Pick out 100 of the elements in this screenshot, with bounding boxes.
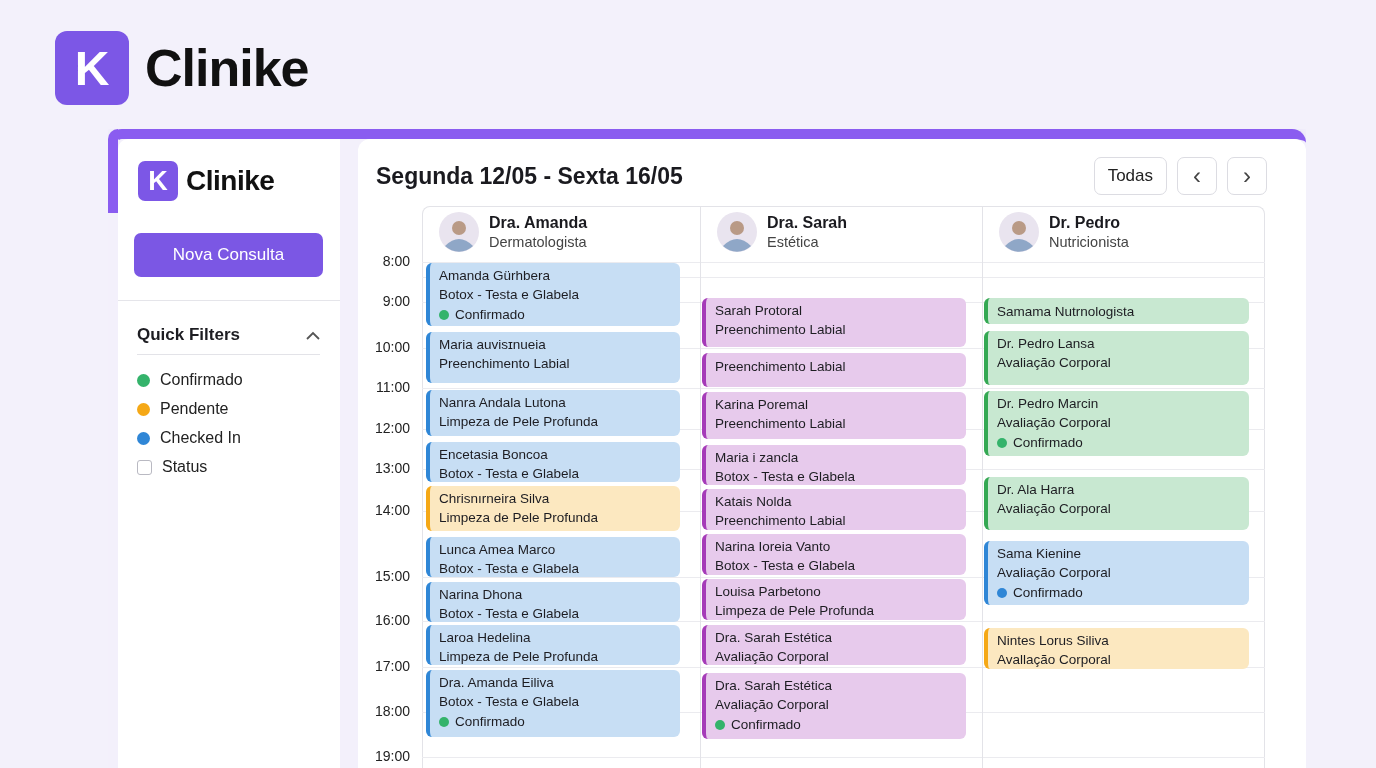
doctor-specialty: Dermatologista [489, 234, 588, 250]
appointment-text: Dr. Pedro Lansa [997, 335, 1096, 353]
brand-name: Clinike [186, 165, 275, 197]
appointment-card[interactable]: Encetasia Boncoa Botox - Testa e Glabela [426, 442, 680, 482]
appointment-text: Laroa Hedelina [439, 629, 532, 647]
appointment-text: Lunca Amea Marco [439, 541, 557, 559]
appointment-text: Preenchimento Labial [439, 354, 571, 373]
avatar-icon [439, 212, 479, 252]
doctor-name: Dr. Pedro [1049, 214, 1122, 232]
time-label: 13:00 [374, 460, 410, 476]
appointment-text: Avaliação Corporal [715, 647, 830, 665]
appointment-text: Botox - Testa e Glabela [715, 467, 857, 485]
appointment-card[interactable]: Dra. Sarah Estética Avaliação Corporal Confirmado [702, 673, 966, 739]
appointment-text: Preenchimento Labial [715, 320, 847, 339]
time-label: 14:00 [374, 502, 410, 518]
doctor-name: Dra. Amanda [489, 214, 588, 232]
appointment-card[interactable]: Narina Ioreia Vanto Botox - Testa e Glabela [702, 534, 966, 575]
appointment-text: Dr. Ala Harra [997, 481, 1076, 499]
doctor-specialty: Estética [767, 234, 820, 250]
status-label: Confirmado [731, 716, 801, 734]
appointment-text: Samama Nutrnologista [997, 303, 1136, 321]
appointment-text: Maria i zancla [715, 449, 800, 467]
appointment-text: Botox - Testa e Glabela [439, 464, 581, 482]
appointment-card[interactable]: Nintes Lorus Siliva Avallação Corporal [984, 628, 1249, 669]
time-label: 9:00 [382, 293, 410, 309]
appointment-text: Avallação Corporal [997, 650, 1112, 669]
status-label: Confirmado [455, 713, 525, 731]
appointment-card[interactable]: Sama Kienine Avaliação Corporal Confirmado [984, 541, 1249, 605]
doctor-specialty: Nutricionista [1049, 234, 1129, 250]
appointment-card[interactable]: Samama Nutrnologista [984, 298, 1249, 324]
filter-button[interactable]: Todas [1093, 157, 1167, 195]
appointment-card[interactable]: Dra. Sarah Estética Avaliação Corporal [702, 625, 966, 665]
appointment-text: Sama Kienine [997, 545, 1083, 563]
brand-name: Clinike [145, 38, 309, 98]
appointment-text: Encetasia Boncoa [439, 446, 549, 464]
time-label: 16:00 [374, 612, 410, 628]
appointment-text: Avaliação Corporal [715, 695, 830, 714]
appointment-card[interactable]: Amanda Gürhbera Botox - Testa e Glabela Confirmado [426, 263, 680, 326]
appointment-card[interactable]: Sarah Protoral Preenchimento Labial [702, 298, 966, 347]
appointment-card[interactable]: Maria auvisɪnueia Preenchimento Labial [426, 332, 680, 383]
appointment-text: Chrisnırneira Silva [439, 490, 551, 508]
checkbox[interactable] [137, 459, 152, 475]
date-range-title: Segunda 12/05 - Sexta 16/05 [376, 162, 684, 190]
appointment-text: Dr. Pedro Marcin [997, 395, 1100, 413]
filter-label[interactable]: Confirmado [160, 371, 243, 389]
appointment-text: Limpeza de Pele Profunda [715, 601, 876, 620]
previous-button[interactable]: ‹ [1177, 157, 1217, 195]
appointment-text: Dra. Sarah Estética [715, 677, 834, 695]
appointment-text: Botox - Testa e Glabela [715, 556, 857, 575]
appointment-text: Limpeza de Pele Profunda [439, 412, 600, 431]
appointment-text: Preenchimento Labial [715, 511, 847, 530]
appointment-text: Preenchimento Labial [715, 414, 847, 433]
appointment-card[interactable]: Laroa Hedelina Limpeza de Pele Profunda [426, 625, 680, 665]
appointment-text: Amanda Gürhbera [439, 267, 552, 285]
filter-label[interactable]: Pendente [160, 400, 229, 418]
section-title: Quick Filters [137, 325, 240, 345]
appointment-card[interactable]: Lunca Amea Marco Botox - Testa e Glabela [426, 537, 680, 577]
new-appointment-button[interactable]: Nova Consulta [134, 233, 323, 277]
appointment-card[interactable]: Karina Poremal Preenchimento Labial [702, 392, 966, 439]
appointment-card[interactable]: Narina Dhona Botox - Testa e Glabela [426, 582, 680, 622]
appointment-card[interactable]: Katais Nolda Preenchimento Labial [702, 489, 966, 530]
appointment-text: Dra. Amanda Eiliva [439, 674, 555, 692]
appointment-text: Preenchimento Labial [715, 358, 847, 376]
next-button[interactable]: › [1227, 157, 1267, 195]
appointment-card[interactable]: Dra. Amanda Eiliva Botox - Testa e Glabela Confirmado [426, 670, 680, 737]
appointment-text: Limpeza de Pele Profunda [439, 647, 600, 665]
appointment-card[interactable]: Maria i zancla Botox - Testa e Glabela [702, 445, 966, 485]
status-label: Confirmado [1013, 434, 1083, 452]
time-label: 10:00 [374, 339, 410, 355]
status-label: Confirmado [1013, 584, 1083, 602]
filter-label[interactable]: Checked In [160, 429, 241, 447]
time-label: 8:00 [382, 253, 410, 269]
appointment-card[interactable]: Louisa Parbetono Limpeza de Pele Profunda [702, 579, 966, 620]
filter-label[interactable]: Status [162, 458, 208, 476]
logo-icon: K [55, 31, 129, 105]
time-label: 11:00 [376, 379, 410, 395]
chevron-up-icon[interactable] [306, 330, 320, 340]
appointment-card[interactable]: Dr. Ala Harra Avaliação Corporal [984, 477, 1249, 530]
appointment-text: Sarah Protoral [715, 302, 804, 320]
appointment-text: Karina Poremal [715, 396, 810, 414]
appointment-card[interactable]: Preenchimento Labial [702, 353, 966, 387]
appointment-card[interactable]: Chrisnırneira Silva Limpeza de Pele Profunda [426, 486, 680, 531]
appointment-text: Louisa Parbetono [715, 583, 822, 601]
appointment-text: Avaliação Corporal [997, 413, 1112, 432]
appointment-card[interactable]: Nanra Andala Lutona Limpeza de Pele Profunda [426, 390, 680, 436]
time-label: 17:00 [374, 658, 410, 674]
appointment-card[interactable]: Dr. Pedro Marcin Avaliação Corporal Confirmado [984, 391, 1249, 456]
appointment-text: Katais Nolda [715, 493, 793, 511]
doctor-name: Dra. Sarah [767, 214, 848, 232]
appointment-text: Avaliação Corporal [997, 499, 1112, 518]
appointment-text: Dra. Sarah Estética [715, 629, 834, 647]
appointment-card[interactable]: Dr. Pedro Lansa Avaliação Corporal [984, 331, 1249, 385]
time-label: 18:00 [374, 703, 410, 719]
appointment-text: Narina Ioreia Vanto [715, 538, 832, 556]
appointment-text: Botox - Testa e Glabela [439, 285, 581, 304]
appointment-text: Limpeza de Pele Profunda [439, 508, 600, 527]
time-label: 19:00 [374, 748, 410, 764]
appointment-text: Botox - Testa e Glabela [439, 559, 581, 577]
appointment-text: Avaliação Corporal [997, 353, 1112, 372]
appointment-text: Botox - Testa e Glabela [439, 692, 581, 711]
